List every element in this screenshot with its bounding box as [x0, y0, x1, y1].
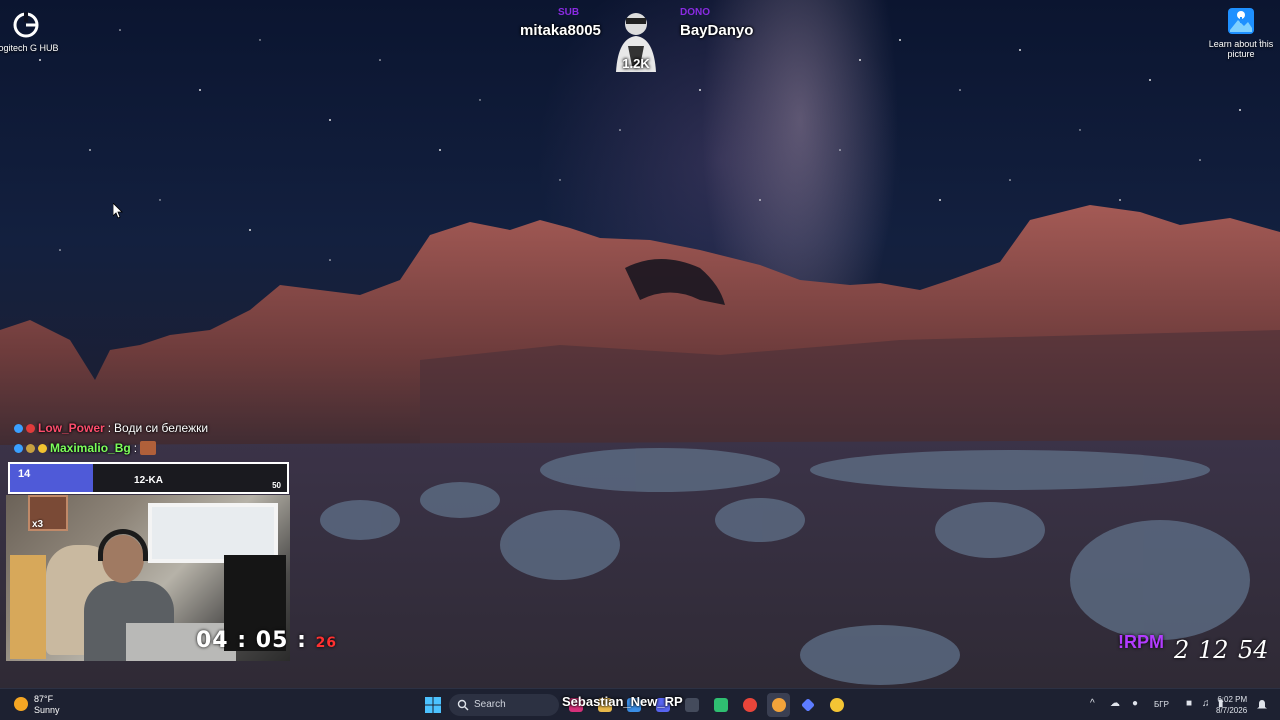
- latest-sub-name: mitaka8005: [520, 22, 601, 39]
- desktop-icon-label: Learn about this picture: [1208, 39, 1274, 59]
- taskbar-app-streamer[interactable]: [767, 693, 790, 717]
- goal-label: 12-KA: [134, 475, 163, 486]
- search-placeholder: Search: [474, 699, 506, 710]
- start-button[interactable]: [425, 697, 441, 713]
- viewer-count: 1.2K: [622, 56, 650, 71]
- weather-widget[interactable]: 87°F Sunny: [12, 693, 92, 717]
- crown-icon: [38, 443, 47, 453]
- badge-icon: [14, 443, 23, 453]
- clock[interactable]: 6:02 PM 8/7/2026: [1216, 694, 1247, 716]
- clock-date: 8/7/2026: [1216, 706, 1248, 715]
- chat-separator: :: [133, 441, 138, 455]
- timer-hours: 04: [196, 628, 229, 653]
- stream-timer: 04 : 05 : 26: [196, 628, 337, 653]
- timer-sep: :: [237, 628, 248, 653]
- cabinet: [10, 555, 46, 659]
- stream-title-overlay: Sebastian_New_RP: [562, 694, 683, 709]
- timer-minutes: 05: [255, 628, 289, 653]
- chat-separator: :: [107, 421, 112, 435]
- search-icon: [457, 699, 469, 711]
- badge-icon: [26, 443, 35, 453]
- taskbar-app-diamond[interactable]: [796, 693, 819, 717]
- desktop-icon-label: Logitech G HUB: [0, 43, 59, 53]
- security-icon[interactable]: ■: [1186, 698, 1192, 709]
- headset-icon: [98, 529, 148, 561]
- rpm-value: 12: [1198, 636, 1229, 664]
- rpm-overlay: !RPM 2 12 54: [1118, 630, 1278, 670]
- notification-bell-icon[interactable]: [1256, 699, 1268, 711]
- stream-top-overlay: SUB mitaka8005 DONO BayDanyo 1.2K: [500, 4, 780, 76]
- chat-username: Maximalio_Bg: [50, 441, 131, 455]
- input-language[interactable]: БГР: [1154, 700, 1169, 709]
- search-input[interactable]: Search: [449, 694, 559, 716]
- sun-icon: [14, 697, 28, 711]
- timer-sep: :: [297, 628, 307, 653]
- taskbar-app-chrome-2[interactable]: [825, 693, 848, 717]
- mouse-cursor-icon: [113, 203, 123, 219]
- goal-progress-bar: 14 12-KA 50: [8, 462, 289, 494]
- goal-target: 50: [272, 481, 281, 490]
- taskbar-app-obs[interactable]: [680, 693, 703, 717]
- stream-chat: Low_Power : Води си бележки Maximalio_Bg…: [14, 418, 294, 458]
- emote-icon: [140, 441, 157, 455]
- chevron-up-icon[interactable]: ^: [1090, 698, 1095, 709]
- rpm-label: !RPM: [1118, 632, 1164, 652]
- timer-seconds: 26: [315, 635, 338, 651]
- learn-about-picture-icon: [1228, 8, 1254, 34]
- latest-dono-name: BayDanyo: [680, 22, 754, 39]
- chat-message: Low_Power : Води си бележки: [14, 418, 294, 438]
- desktop-icon-logitech[interactable]: Logitech G HUB: [0, 10, 64, 53]
- chrome-icon: [743, 698, 757, 712]
- taskbar-app-audio[interactable]: [709, 693, 732, 717]
- weather-temp: 87°F: [34, 694, 54, 704]
- desktop-icon-learn-picture[interactable]: Learn about this picture: [1203, 6, 1279, 59]
- chrome-icon: [830, 698, 844, 712]
- rpm-value: 54: [1238, 636, 1269, 664]
- logitech-g-icon: [13, 12, 39, 38]
- streamer-app-icon: [772, 698, 786, 712]
- chat-username: Low_Power: [38, 421, 105, 435]
- weather-condition: Sunny: [34, 705, 60, 715]
- microphone-icon[interactable]: ●: [1132, 698, 1138, 709]
- badge-icon: [26, 423, 35, 433]
- clock-time: 6:02 PM: [1217, 695, 1248, 704]
- onedrive-icon[interactable]: ☁: [1110, 698, 1120, 709]
- chat-text: Води си бележки: [114, 421, 209, 435]
- chat-message: Maximalio_Bg :: [14, 438, 294, 458]
- gift-multiplier: x3: [32, 519, 44, 530]
- left-tag: SUB: [558, 7, 580, 18]
- room-window: [148, 503, 278, 563]
- taskbar-app-chrome[interactable]: [738, 693, 761, 717]
- obs-icon: [685, 698, 699, 712]
- badge-icon: [14, 423, 23, 433]
- audio-app-icon: [714, 698, 728, 712]
- rpm-value: 2: [1174, 636, 1190, 664]
- diamond-app-icon: [801, 698, 815, 712]
- speaker-icon[interactable]: ♫: [1202, 698, 1210, 709]
- right-tag: DONO: [680, 7, 710, 18]
